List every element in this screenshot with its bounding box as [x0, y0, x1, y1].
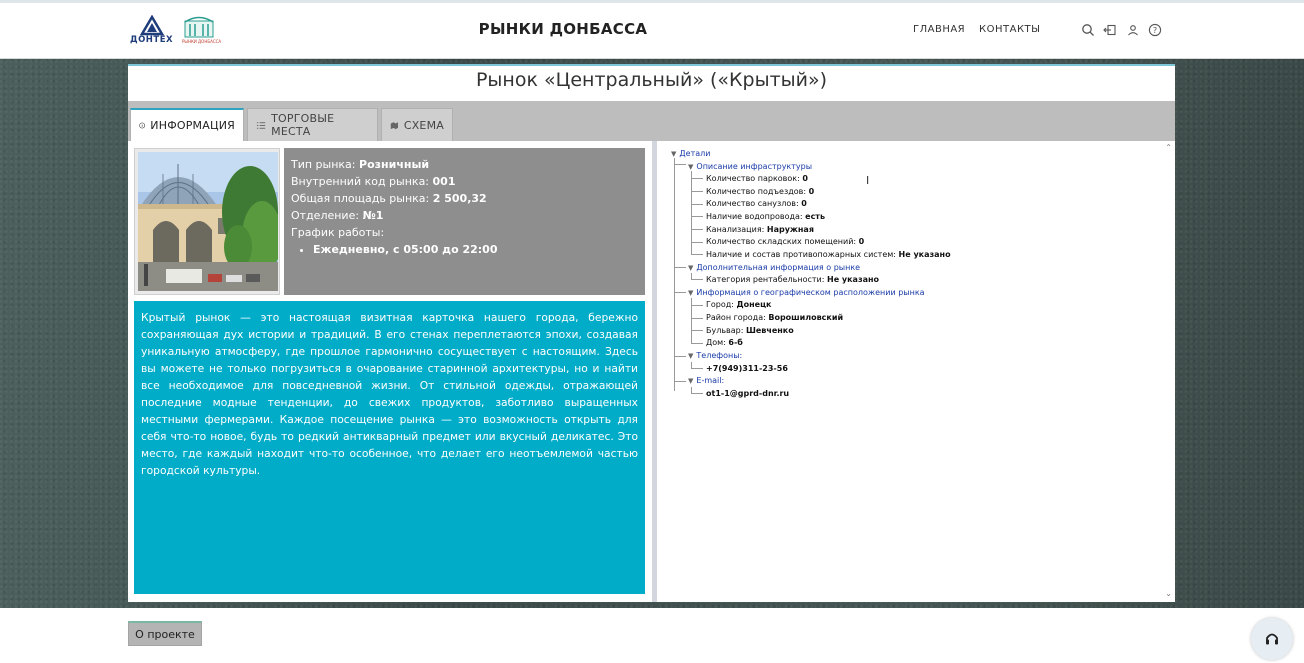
- tree-line: [691, 343, 703, 344]
- tab-trading-places[interactable]: ТОРГОВЫЕ МЕСТА: [247, 108, 378, 141]
- tree-line: [691, 318, 703, 319]
- about-project-button[interactable]: О проекте: [128, 621, 202, 646]
- schedule-item: Ежедневно, с 05:00 до 22:00: [313, 241, 638, 258]
- expand-arrow-icon[interactable]: ▼: [688, 163, 693, 171]
- tab-scheme[interactable]: СХЕМА: [381, 108, 453, 141]
- tree-line: [691, 216, 703, 217]
- expand-arrow-icon[interactable]: ▼: [688, 289, 693, 297]
- tab-scheme-label: СХЕМА: [403, 118, 444, 132]
- scroll-up-arrow[interactable]: ⌃: [1165, 143, 1172, 152]
- tree-node-emails[interactable]: ▼ E-mail:: [688, 375, 724, 387]
- tree-line: [691, 393, 703, 394]
- detail-area-value: 2 500,32: [432, 192, 487, 205]
- market-photo-frame: [134, 148, 280, 295]
- tree-line: [691, 305, 703, 306]
- scroll-down-arrow[interactable]: ⌄: [1165, 589, 1172, 598]
- tree-line: [674, 267, 686, 268]
- tree-line: [691, 178, 703, 179]
- tree-line: [674, 381, 686, 382]
- market-description: Крытый рынок — это настоящая визитная ка…: [134, 301, 645, 594]
- tree-item: Категория рентабельности: Не указано: [706, 275, 880, 284]
- panel-accent-line: [128, 64, 1175, 66]
- tab-bar: ИНФОРМАЦИЯ ТОРГОВЫЕ МЕСТА СХЕМА: [128, 101, 1175, 141]
- tree-item: Дом: 6-б: [706, 338, 743, 347]
- tree-line: [691, 254, 703, 255]
- tree-line: [691, 204, 703, 205]
- tree-item: Количество складских помещений: 0: [706, 237, 865, 246]
- tab-trading-places-label: ТОРГОВЫЕ МЕСТА: [271, 112, 335, 138]
- help-icon[interactable]: ?: [1148, 23, 1162, 37]
- site-footer: О проекте: [0, 608, 1304, 663]
- user-icon[interactable]: [1126, 23, 1140, 37]
- tree-line: [674, 292, 686, 293]
- schedule-list: Ежедневно, с 05:00 до 22:00: [291, 241, 638, 258]
- tree-item: Наличие и состав противопожарных систем:…: [706, 250, 951, 259]
- support-chat-button[interactable]: [1251, 618, 1293, 660]
- tree-node-details[interactable]: ▼ Детали: [671, 148, 710, 160]
- tree-node-phones[interactable]: ▼ Телефоны:: [688, 350, 742, 362]
- svg-text:?: ?: [1153, 26, 1157, 35]
- market-panel: Рынок «Центральный» («Крытый») ИНФОРМАЦИ…: [128, 64, 1175, 602]
- info-pane: Тип рынка: Розничный Внутренний код рынк…: [128, 141, 652, 602]
- detail-code: Внутренний код рынка: 001: [291, 175, 456, 188]
- tab-information-label: ИНФОРМАЦИЯ: [150, 119, 235, 132]
- expand-arrow-icon[interactable]: ▼: [688, 264, 693, 272]
- tree-node-infrastructure[interactable]: ▼ Описание инфраструктуры: [688, 161, 812, 173]
- tree-item: Количество парковок: 0: [706, 174, 808, 183]
- site-header: ДОНТЕХ РЫНКИ ДОНБАССА РЫНКИ ДОНБАССА ГЛА…: [0, 3, 1304, 59]
- nav-main-link[interactable]: ГЛАВНАЯ: [913, 24, 965, 35]
- tree-node-extra-info[interactable]: ▼ Дополнительная информация о рынке: [688, 262, 860, 274]
- tree-line: [691, 279, 703, 280]
- tree-node-geo-info[interactable]: ▼ Информация о географическом расположени…: [688, 287, 925, 299]
- tree-item-email[interactable]: ot1-1@gprd-dnr.ru: [706, 388, 789, 400]
- detail-department: Отделение: №1: [291, 209, 384, 222]
- details-tree-pane: ⌃ ⌄ I ▼ Детали ▼ Описание инфраструктуры…: [657, 141, 1175, 602]
- tree-item: Город: Донецк: [706, 300, 772, 309]
- expand-arrow-icon[interactable]: ▼: [688, 377, 693, 385]
- tree-item: Канализация: Наружная: [706, 225, 814, 234]
- detail-type-value: Розничный: [359, 158, 430, 171]
- detail-schedule-label: График работы:: [291, 226, 385, 239]
- expand-arrow-icon[interactable]: ▼: [688, 352, 693, 360]
- detail-area: Общая площадь рынка: 2 500,32: [291, 192, 487, 205]
- tab-information[interactable]: ИНФОРМАЦИЯ: [130, 108, 244, 141]
- detail-department-value: №1: [362, 209, 384, 222]
- tree-line: [674, 164, 686, 165]
- markets-logo-text: РЫНКИ ДОНБАССА: [182, 39, 222, 44]
- nav-contacts-link[interactable]: КОНТАКТЫ: [979, 24, 1040, 35]
- text-cursor-icon: I: [866, 174, 870, 187]
- market-title: Рынок «Центральный» («Крытый»): [475, 69, 828, 91]
- tree-item: Количество подъездов: 0: [706, 187, 815, 196]
- tree-line: [691, 330, 703, 331]
- detail-type: Тип рынка: Розничный: [291, 158, 430, 171]
- search-icon[interactable]: [1081, 23, 1095, 37]
- tree-item: Район города: Ворошиловский: [706, 313, 844, 322]
- detail-code-value: 001: [432, 175, 456, 188]
- tree-line: [691, 191, 703, 192]
- tree-item-phone[interactable]: +7(949)311-23-56: [706, 363, 788, 375]
- tree-line: [691, 229, 703, 230]
- tree-item: Бульвар: Шевченко: [706, 326, 794, 335]
- tree-item: Наличие водопровода: есть: [706, 212, 826, 221]
- info-icon: [139, 122, 146, 129]
- tree-item: Количество санузлов: 0: [706, 199, 807, 208]
- market-photo[interactable]: [138, 152, 278, 291]
- tree-line: [674, 356, 686, 357]
- expand-arrow-icon[interactable]: ▼: [671, 150, 676, 158]
- market-details: Тип рынка: Розничный Внутренний код рынк…: [284, 148, 645, 295]
- tree-line: [691, 368, 703, 369]
- list-icon: [256, 121, 266, 129]
- login-icon[interactable]: [1103, 23, 1117, 37]
- tree-line: [691, 242, 703, 243]
- map-icon: [390, 121, 399, 129]
- headset-icon: [1266, 633, 1278, 645]
